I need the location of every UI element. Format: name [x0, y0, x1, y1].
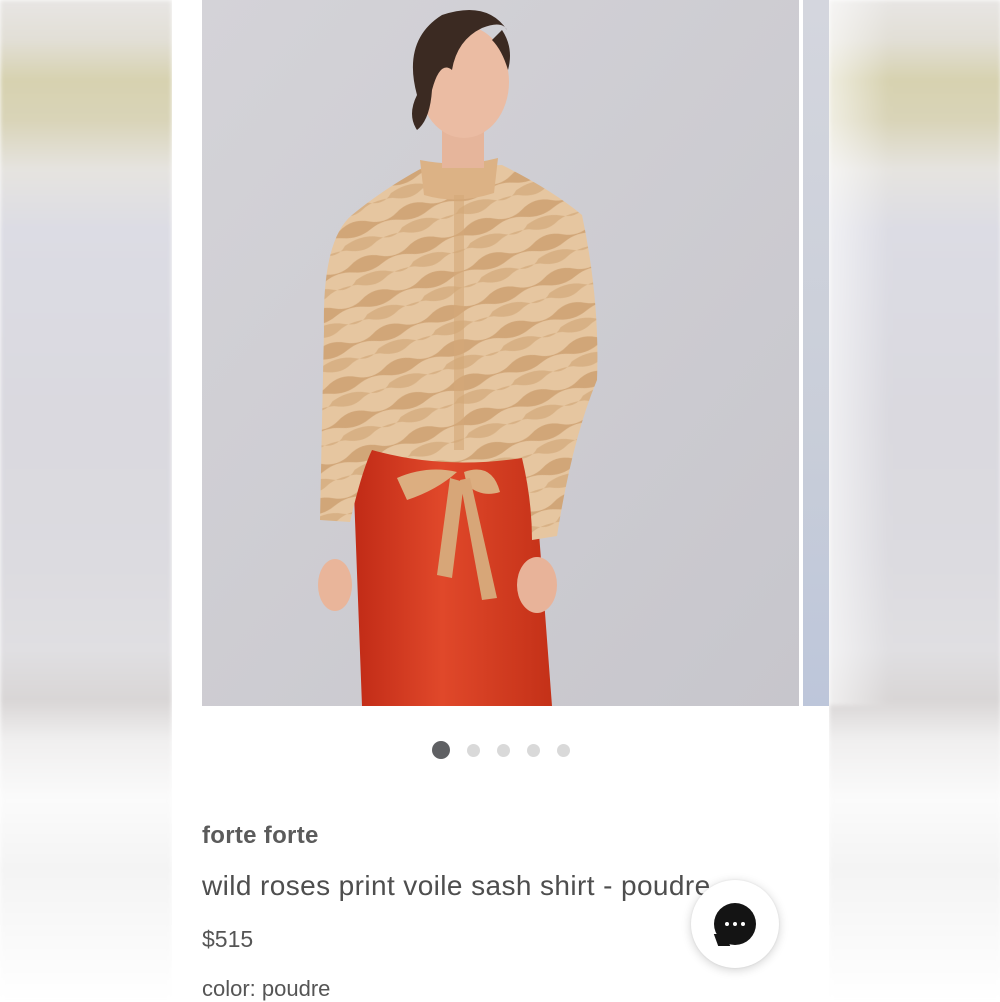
model-photo: [202, 0, 799, 706]
carousel-dot-1[interactable]: [431, 741, 450, 759]
carousel-pagination: [172, 740, 829, 760]
product-color: color: poudre: [202, 976, 331, 1001]
blurred-background-right: [829, 0, 1000, 1000]
next-product-image-peek[interactable]: [803, 0, 829, 706]
product-image-carousel[interactable]: [202, 0, 829, 706]
chat-bubble-icon: [714, 903, 756, 945]
carousel-dot-4[interactable]: [526, 743, 540, 757]
carousel-dot-2[interactable]: [466, 743, 480, 757]
carousel-dot-5[interactable]: [556, 743, 570, 757]
chat-button[interactable]: [691, 880, 779, 968]
product-image[interactable]: [202, 0, 799, 706]
carousel-dot-3[interactable]: [496, 743, 510, 757]
blurred-background-left: [0, 0, 172, 1000]
product-card: forte forte wild roses print voile sash …: [172, 0, 829, 1001]
product-price: $515: [202, 926, 254, 952]
product-brand[interactable]: forte forte: [202, 822, 319, 850]
